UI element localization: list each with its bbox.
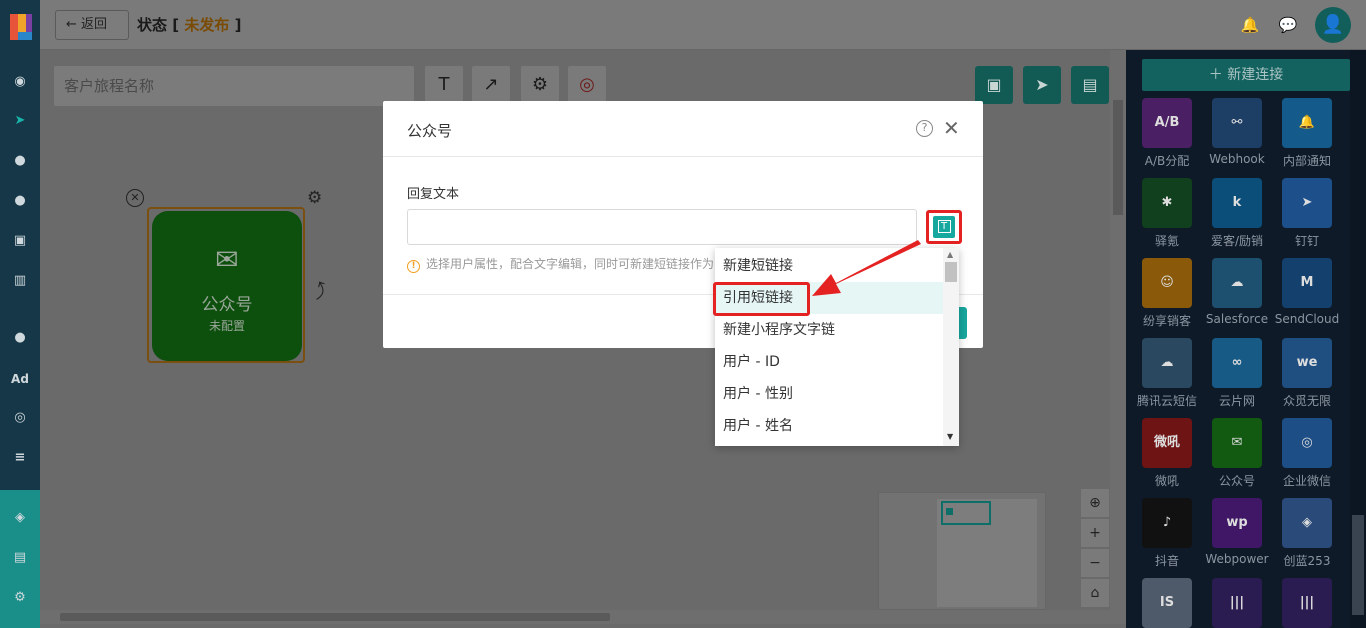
annotation-arrow-icon [812, 240, 921, 296]
